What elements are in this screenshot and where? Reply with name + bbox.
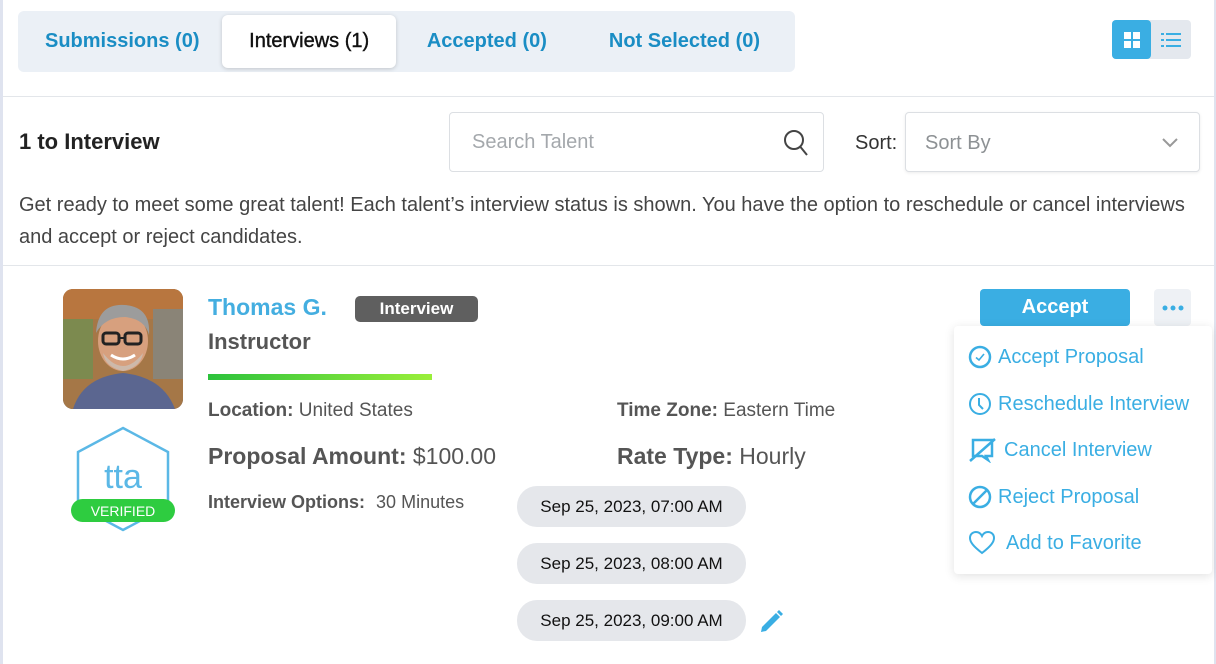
grid-view-button[interactable] <box>1112 20 1151 59</box>
menu-item-reschedule-interview[interactable]: Reschedule Interview <box>968 389 1189 419</box>
tab-submissions[interactable]: Submissions (0) <box>22 15 222 68</box>
cancel-chat-icon <box>969 438 996 463</box>
tab-interviews[interactable]: Interviews (1) <box>222 15 396 68</box>
divider <box>3 96 1214 97</box>
location-label: Location: <box>208 400 294 421</box>
verified-badge: tta VERIFIED <box>70 426 176 532</box>
verified-label: VERIFIED <box>91 503 156 519</box>
location-value: United States <box>298 400 413 421</box>
tta-logo: tta <box>104 458 142 496</box>
divider <box>3 265 1214 266</box>
search-icon[interactable] <box>783 129 809 157</box>
search-box <box>449 112 824 172</box>
page-description: Get ready to meet some great talent! Eac… <box>19 194 1185 248</box>
left-border <box>0 0 3 664</box>
ellipsis-icon <box>1162 305 1183 310</box>
check-circle-icon <box>968 345 992 369</box>
tab-not-selected[interactable]: Not Selected (0) <box>578 15 791 68</box>
menu-item-add-to-favorite[interactable]: Add to Favorite <box>968 528 1142 558</box>
clock-icon <box>969 393 991 415</box>
menu-item-reject-proposal[interactable]: Reject Proposal <box>968 482 1139 512</box>
candidate-avatar[interactable] <box>63 289 183 409</box>
timezone-label: Time Zone: <box>617 400 718 421</box>
sort-label: Sort: <box>855 132 898 154</box>
avatar-photo <box>63 289 183 409</box>
interview-slot: Sep 25, 2023, 08:00 AM <box>517 543 746 584</box>
menu-item-label: Accept Proposal <box>998 345 1144 368</box>
sort-value: Sort By <box>925 132 991 154</box>
proposal-amount-value: $100.00 <box>412 443 497 469</box>
interview-options-label: Interview Options: <box>208 492 366 512</box>
list-icon <box>1160 32 1181 47</box>
chevron-down-icon <box>1162 138 1178 148</box>
view-toggle <box>1112 20 1191 59</box>
menu-item-label: Reschedule Interview <box>998 392 1190 415</box>
menu-item-label: Add to Favorite <box>1006 531 1142 554</box>
interview-slot: Sep 25, 2023, 09:00 AM <box>517 600 746 641</box>
proposal-amount-field: Proposal Amount: $100.00 <box>208 443 496 470</box>
list-view-button[interactable] <box>1151 20 1190 59</box>
menu-item-accept-proposal[interactable]: Accept Proposal <box>968 342 1144 372</box>
search-input[interactable] <box>472 131 772 154</box>
candidate-name-link[interactable]: Thomas G. <box>208 294 327 321</box>
status-badge: Interview <box>355 296 478 322</box>
interview-slot: Sep 25, 2023, 07:00 AM <box>517 486 746 527</box>
status-tabs: Submissions (0) Interviews (1) Accepted … <box>18 11 795 72</box>
rate-type-label: Rate Type: <box>617 443 733 469</box>
heart-icon <box>968 530 996 555</box>
more-options-button[interactable] <box>1154 289 1191 326</box>
timezone-value: Eastern Time <box>723 400 836 421</box>
tab-accepted[interactable]: Accepted (0) <box>396 15 578 68</box>
ban-icon <box>968 485 992 509</box>
profile-progress-fill <box>208 374 432 380</box>
accept-button[interactable]: Accept <box>980 289 1130 326</box>
interview-count-title: 1 to Interview <box>19 129 160 154</box>
rate-type-field: Rate Type: Hourly <box>617 443 806 470</box>
interview-options-field: Interview Options: 30 Minutes <box>208 492 464 513</box>
timezone-field: Time Zone: Eastern Time <box>617 400 835 422</box>
rate-type-value: Hourly <box>739 443 806 469</box>
proposal-amount-label: Proposal Amount: <box>208 443 407 469</box>
menu-item-cancel-interview[interactable]: Cancel Interview <box>968 435 1152 465</box>
actions-dropdown-menu: Accept Proposal Reschedule Interview Can… <box>954 326 1212 574</box>
sort-select[interactable]: Sort By <box>905 112 1200 172</box>
profile-progress-bar <box>208 374 432 380</box>
menu-item-label: Reject Proposal <box>998 485 1140 508</box>
interview-options-value: 30 Minutes <box>376 492 465 512</box>
edit-slots-pencil-icon[interactable] <box>758 609 784 635</box>
menu-item-label: Cancel Interview <box>1004 438 1152 461</box>
candidate-role: Instructor <box>208 329 311 354</box>
location-field: Location: United States <box>208 400 413 422</box>
grid-icon <box>1123 31 1140 48</box>
